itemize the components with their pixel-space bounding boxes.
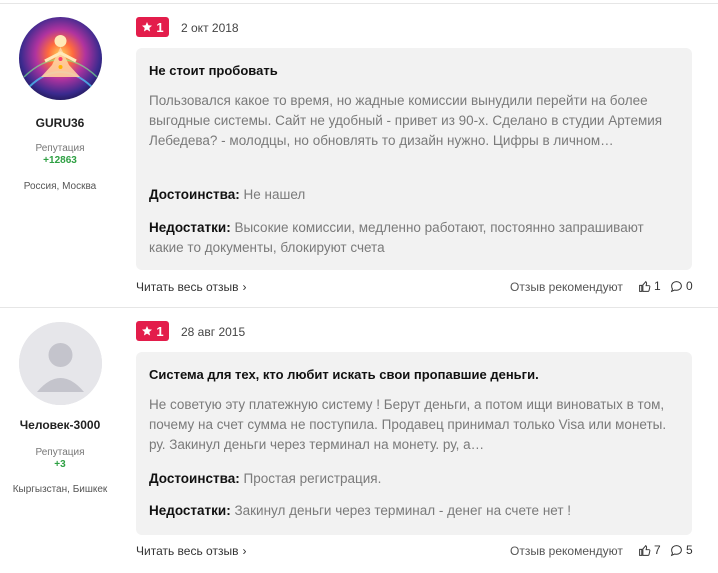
avatar[interactable] (19, 17, 102, 100)
star-icon (142, 326, 153, 336)
pros-label: Достоинства: (149, 471, 240, 486)
reputation-value: +3 (54, 459, 66, 470)
rating-badge: 1 (136, 17, 169, 37)
comments-button[interactable]: 0 (670, 279, 693, 293)
like-count: 7 (654, 543, 661, 557)
comment-icon (670, 280, 682, 292)
review-divider (0, 307, 718, 308)
like-button[interactable]: 1 (638, 279, 661, 293)
review-title[interactable]: Не стоит пробовать (149, 63, 278, 78)
review-text: Пользовался какое то время, но жадные ко… (149, 93, 663, 148)
review-card: Не стоит пробовать Пользовался какое то … (136, 48, 692, 270)
pros-text: Не нашел (243, 187, 306, 202)
username[interactable]: Человек-3000 (0, 418, 120, 432)
default-user-icon (19, 322, 102, 405)
star-icon (142, 22, 153, 32)
rating-badge: 1 (136, 321, 169, 341)
thumbs-up-icon (639, 544, 651, 556)
comment-icon (670, 544, 682, 556)
review-card: Система для тех, кто любит искать свои п… (136, 352, 692, 535)
review-date: 28 авг 2015 (181, 325, 246, 339)
username[interactable]: GURU36 (0, 116, 120, 130)
chevron-right-icon: › (242, 280, 247, 294)
cons-label: Недостатки: (149, 503, 231, 518)
recommend-label: Отзыв рекомендуют (510, 544, 623, 558)
top-divider (0, 3, 718, 4)
like-count: 1 (654, 279, 661, 293)
cons-label: Недостатки: (149, 220, 231, 235)
review-title[interactable]: Система для тех, кто любит искать свои п… (149, 367, 539, 382)
read-more-label: Читать весь отзыв (136, 544, 239, 558)
review-cons: Недостатки: Высокие комиссии, медленно р… (149, 218, 679, 258)
read-more-link[interactable]: Читать весь отзыв › (136, 280, 246, 294)
rating-value: 1 (156, 19, 164, 35)
user-location: Кыргызстан, Бишкек (12, 484, 108, 495)
thumbs-up-icon (639, 280, 651, 292)
read-more-label: Читать весь отзыв (136, 280, 239, 294)
review-pros: Достоинства: Простая регистрация. (149, 469, 679, 489)
cons-text: Закинул деньги через терминал - денег на… (234, 503, 572, 518)
comment-count: 5 (686, 543, 693, 557)
recommend-label: Отзыв рекомендуют (510, 280, 623, 294)
rating-value: 1 (156, 323, 164, 339)
reputation-label: Репутация (35, 447, 85, 458)
pros-text: Простая регистрация. (243, 471, 382, 486)
comment-count: 0 (686, 279, 693, 293)
review-cons: Недостатки: Закинул деньги через термина… (149, 501, 679, 521)
reputation-label: Репутация (35, 143, 85, 154)
like-button[interactable]: 7 (638, 543, 661, 557)
user-location: Россия, Москва (23, 181, 97, 192)
reputation-value: +12863 (43, 155, 77, 166)
read-more-link[interactable]: Читать весь отзыв › (136, 544, 246, 558)
pros-label: Достоинства: (149, 187, 240, 202)
comments-button[interactable]: 5 (670, 543, 693, 557)
review-text: Не советую эту платежную систему ! Берут… (149, 397, 667, 452)
review-date: 2 окт 2018 (181, 21, 239, 35)
chevron-right-icon: › (242, 544, 247, 558)
meditation-avatar-icon (19, 17, 102, 100)
avatar[interactable] (19, 322, 102, 405)
review-pros: Достоинства: Не нашел (149, 185, 679, 205)
